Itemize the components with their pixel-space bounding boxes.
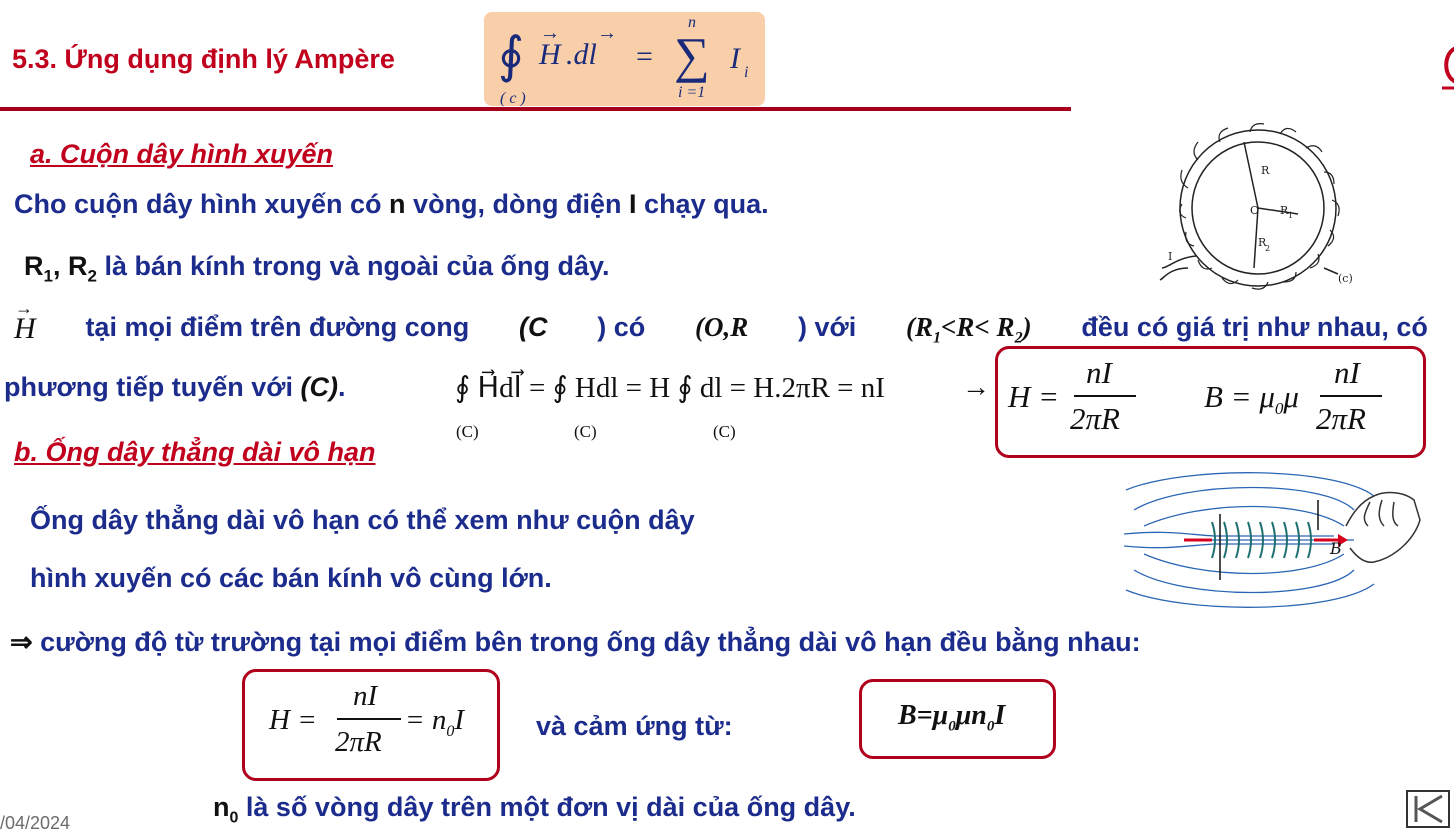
- contour-integral-symbol: ∮: [498, 27, 525, 83]
- formula-equals: =: [636, 40, 653, 73]
- formula-I: I: [730, 42, 740, 75]
- header-divider: [0, 107, 1071, 111]
- toroid-label-c: (c): [1338, 272, 1353, 285]
- fraction-bar: [1074, 395, 1136, 397]
- box1-numerator: nI: [353, 680, 378, 712]
- vector-arrow: →: [597, 22, 617, 44]
- solenoid-B-box: B=μ0μn0I: [859, 679, 1056, 759]
- solenoid-label-B: B: [1329, 539, 1342, 558]
- derivation-contour-1: (C): [456, 422, 479, 441]
- sum-symbol: ∑: [674, 27, 710, 83]
- result-H-numerator: nI: [1086, 355, 1112, 390]
- ampere-law-formula: ∮ H → .dl → = n ∑ i =1 I i ( c ): [484, 12, 765, 107]
- section-b-line2: hình xuyến có các bán kính vô cùng lớn.: [30, 563, 552, 593]
- solenoid-H-box: H = nI 2πR = n0I: [242, 669, 500, 781]
- toroid-result-box: H = nI 2πR B = μ0μ nI 2πR: [995, 346, 1426, 458]
- result-H-lhs: H =: [1008, 379, 1060, 414]
- result-B-numerator: nI: [1334, 355, 1360, 390]
- section-b-line1: Ống dây thẳng dài vô hạn có thể xem như …: [30, 505, 695, 535]
- formula-I-subscript: i: [744, 64, 749, 81]
- logo-icon: [1442, 46, 1454, 90]
- sum-lower-limit: i =1: [678, 84, 706, 101]
- section-a-heading: a. Cuộn dây hình xuyến: [30, 139, 334, 169]
- box1-denominator: 2πR: [335, 726, 382, 758]
- and-induction-text: và cảm ứng từ:: [536, 711, 733, 741]
- toroid-label-I: I: [1168, 250, 1172, 263]
- section-a-line3: H → tại mọi điểm trên đường cong (C ) có…: [14, 298, 1428, 347]
- formula-dl: .dl: [566, 38, 597, 71]
- result-H-denominator: 2πR: [1070, 401, 1120, 436]
- slide-date: /04/2024: [0, 813, 71, 833]
- section-a-line4: phương tiếp tuyến với (C).: [4, 372, 346, 402]
- section-b-line3: ⇒ cường độ từ trường tại mọi điểm bên tr…: [10, 627, 1141, 657]
- first-slide-nav-icon[interactable]: [1406, 790, 1450, 828]
- toroid-label-R: R: [1261, 164, 1270, 177]
- section-a-line2: R1, R2 là bán kính trong và ngoài của ốn…: [24, 251, 610, 286]
- section-a-line1: Cho cuộn dây hình xuyến có n vòng, dòng …: [14, 189, 769, 219]
- box2-formula: B=μ0μn0I: [898, 700, 1006, 735]
- result-B-lhs: B = μ0μ: [1204, 379, 1299, 419]
- solenoid-figure: B: [1124, 472, 1421, 608]
- slide-title: 5.3. Ứng dụng định lý Ampère: [12, 44, 395, 74]
- toroid-label-O: O: [1250, 204, 1259, 217]
- contour-label: ( c ): [500, 90, 526, 107]
- vector-arrow: →: [15, 298, 33, 318]
- fraction-bar: [1320, 395, 1382, 397]
- derivation-contour-3: (C): [713, 422, 736, 441]
- box1-lhs: H =: [269, 704, 317, 736]
- toroid-derivation: ∮ H⃗dl⃗ = ∮ Hdl = H ∮ dl = H.2πR = nI: [455, 372, 885, 404]
- toroid-label-R1-sub: 1: [1288, 211, 1293, 220]
- box1-rhs: = n0I: [405, 704, 464, 740]
- result-B-denominator: 2πR: [1316, 401, 1366, 436]
- n0-definition: n0 là số vòng dây trên một đơn vị dài củ…: [213, 792, 856, 827]
- toroid-figure: R O R 1 R 2 (c) I: [1159, 123, 1353, 290]
- section-b-heading: b. Ống dây thẳng dài vô hạn: [14, 437, 376, 467]
- vector-arrow: →: [540, 22, 560, 44]
- derivation-contour-2: (C): [574, 422, 597, 441]
- fraction-bar: [337, 718, 401, 720]
- derivation-arrow: →: [962, 372, 990, 403]
- toroid-label-R2-sub: 2: [1265, 244, 1270, 253]
